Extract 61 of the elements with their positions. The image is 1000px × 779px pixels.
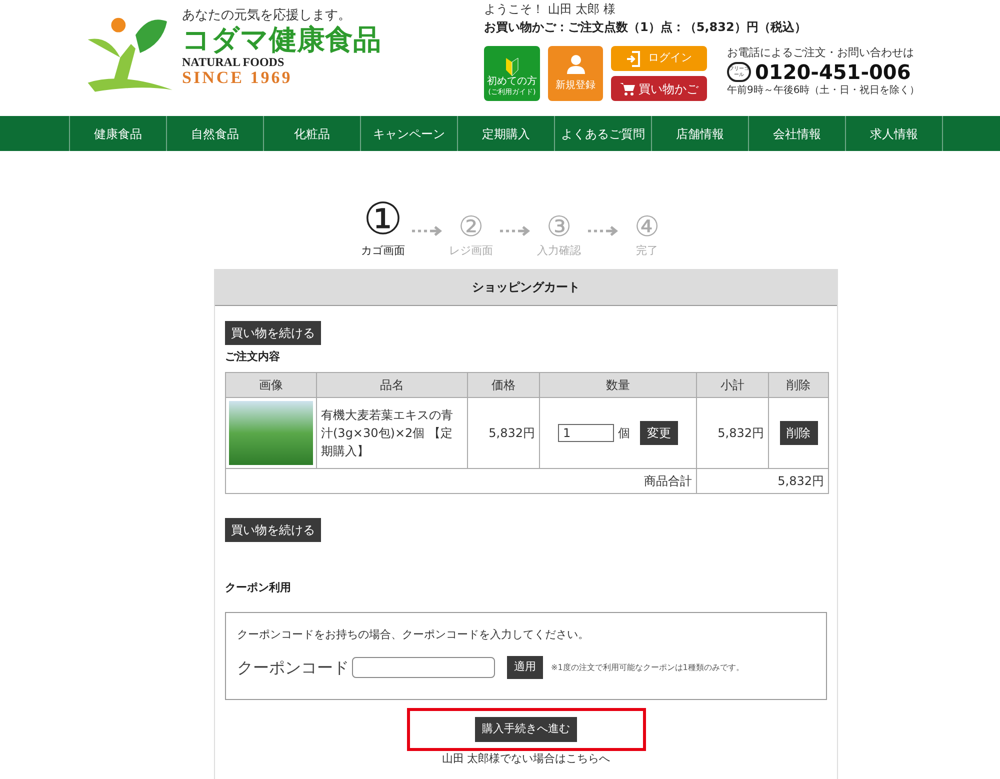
step-label: レジ画面 — [449, 242, 493, 258]
dotted-arrow-icon — [586, 225, 620, 237]
total-amount: 5,832円 — [696, 468, 828, 493]
step-label: 入力確認 — [537, 242, 581, 258]
cart-title-bar: ショッピングカート — [215, 269, 837, 306]
apply-button[interactable]: 適用 — [507, 656, 543, 679]
checkout-button[interactable]: 購入手続きへ進む — [475, 717, 577, 742]
brand-name: コダマ健康食品 — [182, 24, 382, 56]
nav-link[interactable]: よくあるご質問 — [555, 116, 652, 151]
column-header: 小計 — [696, 372, 768, 397]
column-header: 数量 — [540, 372, 696, 397]
column-header: 価格 — [468, 372, 540, 397]
continue-shopping-button[interactable]: 買い物を続ける — [225, 321, 321, 345]
change-button[interactable]: 変更 — [640, 420, 678, 444]
column-header: 削除 — [768, 372, 828, 397]
step-label: カゴ画面 — [361, 242, 405, 258]
total-label: 商品合計 — [226, 468, 696, 493]
column-header: 画像 — [226, 372, 316, 397]
cart-button[interactable]: 買い物かご — [611, 76, 707, 101]
other-user-link[interactable]: 山田 太郎様でない場合はこちらへ — [442, 751, 610, 768]
phone-caption: お電話によるご注文・お問い合わせは — [727, 45, 915, 60]
phone-hours: 午前9時～午後6時（土・日・祝日を除く） — [727, 84, 920, 98]
phone-number: 0120-451-006 — [755, 60, 911, 84]
cart-summary: お買い物かご：ご注文点数（1）点：（5,832）円（税込） — [484, 19, 808, 36]
quantity-field[interactable]: 1 — [558, 424, 614, 442]
unit-label: 個 — [618, 424, 630, 442]
user-icon — [566, 54, 586, 74]
beginner-mark-icon — [505, 58, 519, 76]
brand-subtitle: NATURAL FOODS — [182, 56, 286, 69]
step-label: 完了 — [636, 242, 658, 258]
cart-icon — [620, 82, 634, 96]
column-header: 品名 — [316, 372, 468, 397]
nav-link[interactable]: 会社情報 — [749, 116, 846, 151]
dotted-arrow-icon — [410, 225, 444, 237]
coupon-code-field[interactable] — [352, 657, 495, 678]
tagline: あなたの元気を応援します。 — [182, 8, 352, 24]
product-name: 有機大麦若葉エキスの青汁(3g×30包)×2個 【定期購入】 — [316, 397, 468, 468]
subtotal-cell: 5,832円 — [696, 397, 768, 468]
nav-link[interactable]: 健康食品 — [70, 116, 167, 151]
continue-shopping-button[interactable]: 買い物を続ける — [225, 518, 321, 542]
nav-link[interactable]: キャンペーン — [361, 116, 458, 151]
delete-button[interactable]: 削除 — [780, 420, 818, 444]
since-year: SINCE 1969 — [182, 69, 294, 86]
nav-link[interactable]: 定期購入 — [458, 116, 555, 151]
step-number: ① — [363, 196, 403, 242]
dotted-arrow-icon — [498, 225, 532, 237]
coupon-note: ※1度の注文で利用可能なクーポンは1種類のみです。 — [551, 662, 744, 674]
step-number: ② — [458, 210, 484, 242]
coupon-instructions: クーポンコードをお持ちの場合、クーポンコードを入力してください。 — [237, 627, 590, 643]
door-icon — [626, 50, 640, 66]
section-heading: ご注文内容 — [225, 349, 281, 365]
step-number: ③ — [546, 210, 572, 242]
nav-link[interactable]: 店舗情報 — [652, 116, 749, 151]
price-cell: 5,832円 — [468, 397, 540, 468]
nav-link[interactable]: 自然食品 — [167, 116, 264, 151]
coupon-heading: クーポン利用 — [225, 580, 292, 596]
welcome-text: ようこそ！ 山田 太郎 様 — [484, 1, 616, 18]
step-number: ④ — [634, 210, 660, 242]
nav-link[interactable]: 化粧品 — [264, 116, 361, 151]
coupon-label: クーポンコード — [237, 656, 349, 678]
nav-link[interactable]: 求人情報 — [846, 116, 943, 151]
